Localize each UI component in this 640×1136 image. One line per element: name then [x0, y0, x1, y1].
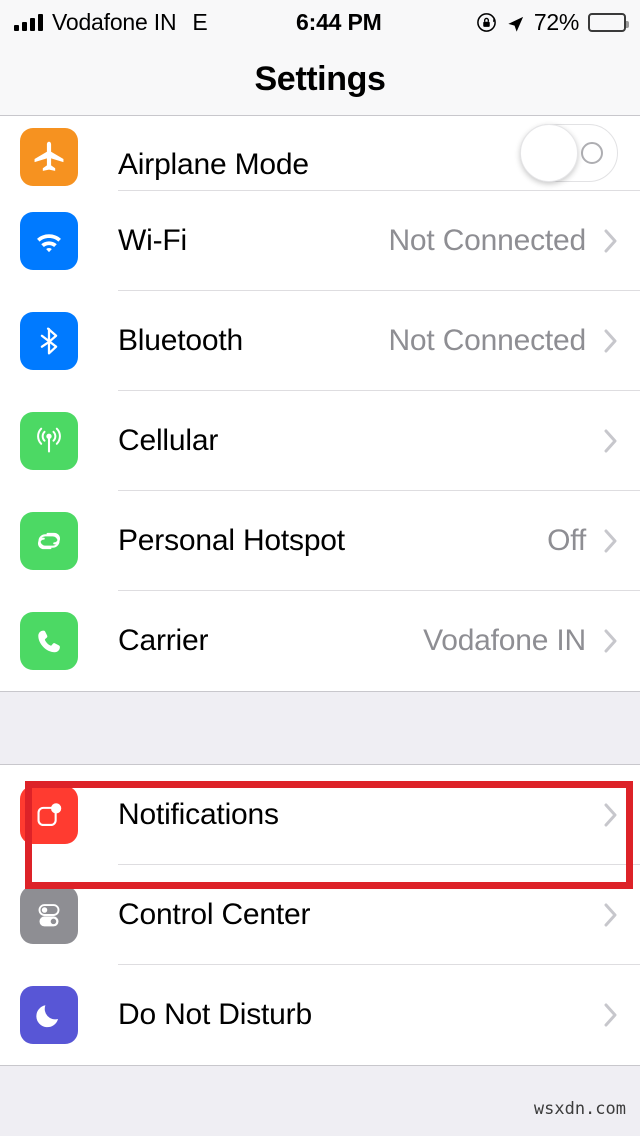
hotspot-icon [20, 512, 78, 570]
toggle-off-indicator [581, 142, 603, 164]
chevron-right-icon [604, 629, 618, 653]
bluetooth-icon [20, 312, 78, 370]
settings-row-label: Cellular [118, 424, 219, 457]
settings-row-personal-hotspot[interactable]: Personal Hotspot Off [0, 491, 640, 591]
settings-row-wifi[interactable]: Wi-Fi Not Connected [0, 191, 640, 291]
settings-row-notifications[interactable]: Notifications [0, 765, 640, 865]
iphone-settings-screen: Vodafone IN E 6:44 PM 72% Settings Airpl… [0, 0, 640, 1136]
settings-group-system: Notifications Control Center Do Not Dist… [0, 765, 640, 1065]
settings-row-label: Control Center [118, 898, 311, 931]
settings-row-cellular[interactable]: Cellular [0, 391, 640, 491]
settings-scroll-view[interactable]: Airplane Mode Wi-Fi Not Connected Blueto… [0, 117, 640, 1136]
battery-icon [588, 12, 629, 32]
bottom-area: wsxdn.com [0, 1065, 640, 1127]
status-bar-carrier: Vodafone IN [52, 8, 177, 35]
do-not-disturb-icon [20, 986, 78, 1044]
settings-row-do-not-disturb[interactable]: Do Not Disturb [0, 965, 640, 1065]
settings-row-bluetooth[interactable]: Bluetooth Not Connected [0, 291, 640, 391]
notifications-icon [20, 786, 78, 844]
settings-row-airplane-mode[interactable]: Airplane Mode [0, 117, 640, 191]
battery-percent-label: 72% [533, 8, 579, 35]
settings-row-control-center[interactable]: Control Center [0, 865, 640, 965]
settings-row-label: Bluetooth [118, 324, 243, 357]
chevron-right-icon [604, 429, 618, 453]
settings-row-label: Do Not Disturb [118, 998, 312, 1031]
chevron-right-icon [604, 329, 618, 353]
settings-row-value: Not Connected [388, 324, 586, 357]
settings-row-label: Personal Hotspot [118, 524, 345, 557]
settings-row-value: Not Connected [388, 224, 586, 257]
settings-row-label: Carrier [118, 624, 209, 657]
status-bar-network-type: E [192, 8, 208, 35]
signal-bars-icon [14, 13, 43, 31]
settings-row-value: Off [547, 524, 586, 557]
phone-icon [20, 612, 78, 670]
wifi-icon [20, 212, 78, 270]
control-center-icon [20, 886, 78, 944]
chevron-right-icon [604, 1003, 618, 1027]
status-bar-right: 72% [476, 8, 629, 36]
location-arrow-icon [506, 13, 525, 32]
airplane-icon [20, 128, 78, 186]
status-bar: Vodafone IN E 6:44 PM 72% [0, 0, 640, 44]
section-separator [0, 691, 640, 765]
settings-row-label: Wi-Fi [118, 224, 187, 257]
page-title: Settings [254, 60, 386, 98]
settings-row-carrier[interactable]: Carrier Vodafone IN [0, 591, 640, 691]
toggle-knob [520, 124, 578, 182]
settings-group-connectivity: Airplane Mode Wi-Fi Not Connected Blueto… [0, 117, 640, 691]
rotation-lock-icon [476, 12, 497, 33]
settings-row-label: Notifications [118, 798, 279, 831]
settings-row-label: Airplane Mode [118, 148, 309, 181]
cellular-icon [20, 412, 78, 470]
chevron-right-icon [604, 903, 618, 927]
navigation-bar: Settings [0, 44, 640, 116]
status-bar-time: 6:44 PM [296, 8, 382, 35]
watermark: wsxdn.com [533, 1099, 626, 1119]
chevron-right-icon [604, 803, 618, 827]
chevron-right-icon [604, 229, 618, 253]
airplane-mode-toggle[interactable] [520, 124, 618, 182]
chevron-right-icon [604, 529, 618, 553]
status-bar-left: Vodafone IN E [14, 9, 208, 36]
settings-row-value: Vodafone IN [423, 624, 586, 657]
